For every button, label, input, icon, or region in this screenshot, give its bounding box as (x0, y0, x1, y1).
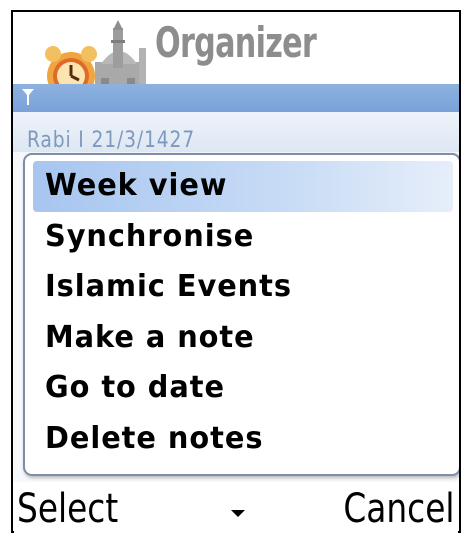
app-title: Organizer (155, 18, 317, 67)
menu-item-go-to-date[interactable]: Go to date (25, 363, 459, 414)
menu-item-make-a-note[interactable]: Make a note (25, 313, 459, 364)
menu-item-label: Make a note (45, 319, 255, 355)
select-softkey[interactable]: Select (17, 486, 118, 531)
menu-item-label: Week view (45, 168, 228, 203)
menu-item-islamic-events[interactable]: Islamic Events (25, 262, 459, 313)
options-menu-popup: Week view Synchronise Islamic Events Mak… (23, 153, 459, 476)
options-menu-list: Week view Synchronise Islamic Events Mak… (25, 155, 459, 464)
menu-item-week-view[interactable]: Week view (33, 161, 453, 212)
scroll-down-arrow-icon (231, 510, 245, 517)
status-bar (13, 84, 459, 112)
menu-item-label: Delete notes (45, 420, 264, 456)
softkey-bar: Select Cancel (13, 482, 459, 531)
cancel-softkey[interactable]: Cancel (344, 486, 455, 531)
menu-item-synchronise[interactable]: Synchronise (25, 212, 459, 263)
phone-screen: Organizer Rabi I 21/3/1427 Week view Syn… (13, 12, 459, 531)
menu-item-delete-notes[interactable]: Delete notes (25, 414, 459, 465)
date-strip: Rabi I 21/3/1427 (13, 112, 459, 153)
menu-item-label: Synchronise (45, 218, 255, 254)
date-label: Rabi I 21/3/1427 (27, 128, 195, 153)
menu-item-label: Go to date (45, 370, 225, 405)
app-header: Organizer (13, 12, 459, 104)
menu-item-label: Islamic Events (45, 269, 292, 304)
signal-antenna-icon (22, 89, 34, 105)
